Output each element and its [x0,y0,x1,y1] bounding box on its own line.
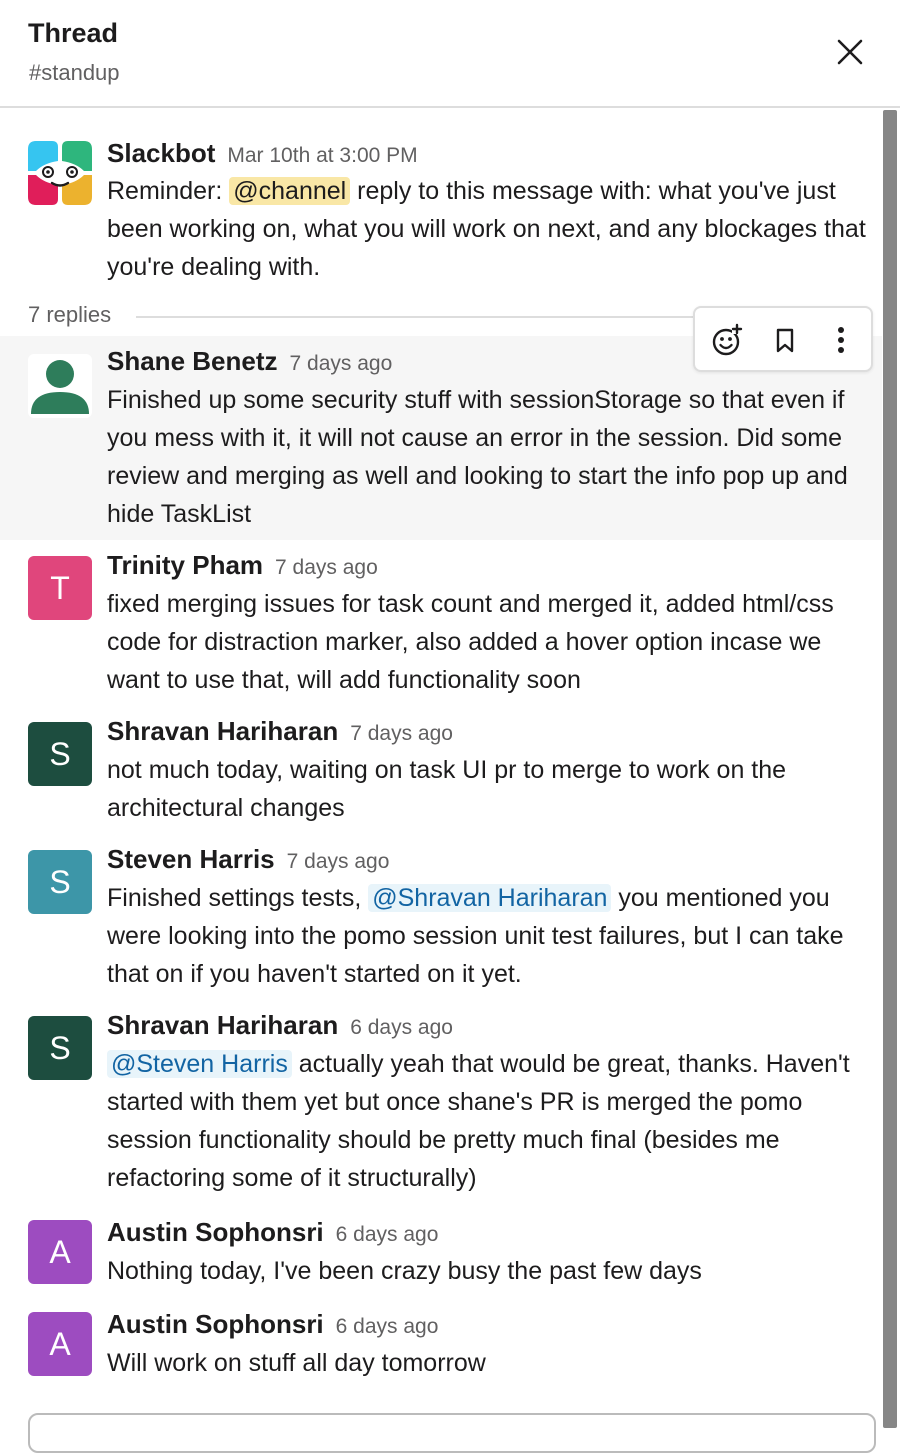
reply-message[interactable]: A Austin Sophonsri 6 days ago Nothing tod… [0,1210,882,1296]
message-timestamp[interactable]: 7 days ago [350,722,453,745]
message-actions-toolbar [693,306,873,372]
replies-divider [136,316,696,318]
message-text: Reminder: @channel reply to this message… [107,172,877,286]
reply-message[interactable]: A Austin Sophonsri 6 days ago Will work o… [0,1302,882,1388]
avatar[interactable]: S [28,850,92,914]
message-text: fixed merging issues for task count and … [107,590,834,694]
user-mention[interactable]: @Shravan Hariharan [368,884,612,912]
default-avatar[interactable] [28,354,92,418]
avatar[interactable]: S [28,1016,92,1080]
message-timestamp[interactable]: 7 days ago [287,850,390,873]
channel-mention[interactable]: @channel [229,177,351,205]
author-name[interactable]: Shane Benetz [107,346,278,376]
author-name[interactable]: Shravan Hariharan [107,1010,338,1040]
add-reaction-icon[interactable] [707,320,747,360]
reply-composer[interactable] [28,1413,876,1453]
message-timestamp[interactable]: 6 days ago [350,1016,453,1039]
more-actions-icon[interactable] [821,320,861,360]
message-author[interactable]: Austin Sophonsri 6 days ago [107,1309,438,1340]
thread-messages[interactable]: Slackbot Mar 10th at 3:00 PM Reminder: @c… [0,108,882,1428]
avatar[interactable]: S [28,722,92,786]
message-author[interactable]: Shravan Hariharan 7 days ago [107,716,453,747]
author-name[interactable]: Steven Harris [107,844,275,874]
message-text-part: Reminder: [107,177,230,205]
user-mention[interactable]: @Steven Harris [107,1050,292,1078]
avatar[interactable]: A [28,1220,92,1284]
bookmark-icon[interactable] [765,320,805,360]
message-text: not much today, waiting on task UI pr to… [107,756,787,822]
scrollbar-thumb[interactable] [883,110,897,1428]
thread-title: Thread [28,18,119,48]
avatar[interactable]: A [28,1312,92,1376]
message-author[interactable]: Shane Benetz 7 days ago [107,346,392,377]
message-text: @Steven Harris actually yeah that would … [107,1045,877,1197]
message-author[interactable]: Shravan Hariharan 6 days ago [107,1010,453,1041]
replies-count: 7 replies [28,302,112,327]
parent-message: Slackbot Mar 10th at 3:00 PM Reminder: @c… [0,108,882,298]
reply-message[interactable]: T Trinity Pham 7 days ago fixed merging i… [0,544,882,708]
slackbot-avatar[interactable] [28,141,92,205]
message-timestamp[interactable]: 6 days ago [336,1315,439,1338]
message-author[interactable]: Trinity Pham 7 days ago [107,550,378,581]
close-icon[interactable] [826,30,872,74]
message-text: Finished settings tests, @Shravan Hariha… [107,879,877,993]
message-text: Nothing today, I've been crazy busy the … [107,1257,702,1285]
message-author[interactable]: Steven Harris 7 days ago [107,844,389,875]
author-name[interactable]: Trinity Pham [107,550,263,580]
message-text: Finished up some security stuff with ses… [107,386,848,528]
scrollbar[interactable] [882,108,900,1428]
message-timestamp[interactable]: 7 days ago [275,556,378,579]
thread-header: Thread #standup [0,0,900,108]
message-timestamp[interactable]: 7 days ago [290,352,393,375]
message-text: Will work on stuff all day tomorrow [107,1349,486,1377]
reply-message[interactable]: S Steven Harris 7 days ago Finished setti… [0,838,882,998]
message-timestamp[interactable]: Mar 10th at 3:00 PM [227,144,417,167]
reply-message[interactable]: S Shravan Hariharan 7 days ago not much t… [0,710,882,830]
message-author[interactable]: Slackbot Mar 10th at 3:00 PM [107,138,418,169]
message-text-part: Finished settings tests, [107,884,369,912]
author-name[interactable]: Austin Sophonsri [107,1217,324,1247]
message-timestamp[interactable]: 6 days ago [336,1223,439,1246]
author-name[interactable]: Austin Sophonsri [107,1309,324,1339]
avatar[interactable]: T [28,556,92,620]
message-author[interactable]: Austin Sophonsri 6 days ago [107,1217,438,1248]
thread-channel-name[interactable]: #standup [29,60,120,86]
author-name[interactable]: Shravan Hariharan [107,716,338,746]
reply-message[interactable]: S Shravan Hariharan 6 days ago @Steven Ha… [0,1004,882,1204]
author-name[interactable]: Slackbot [107,138,215,168]
